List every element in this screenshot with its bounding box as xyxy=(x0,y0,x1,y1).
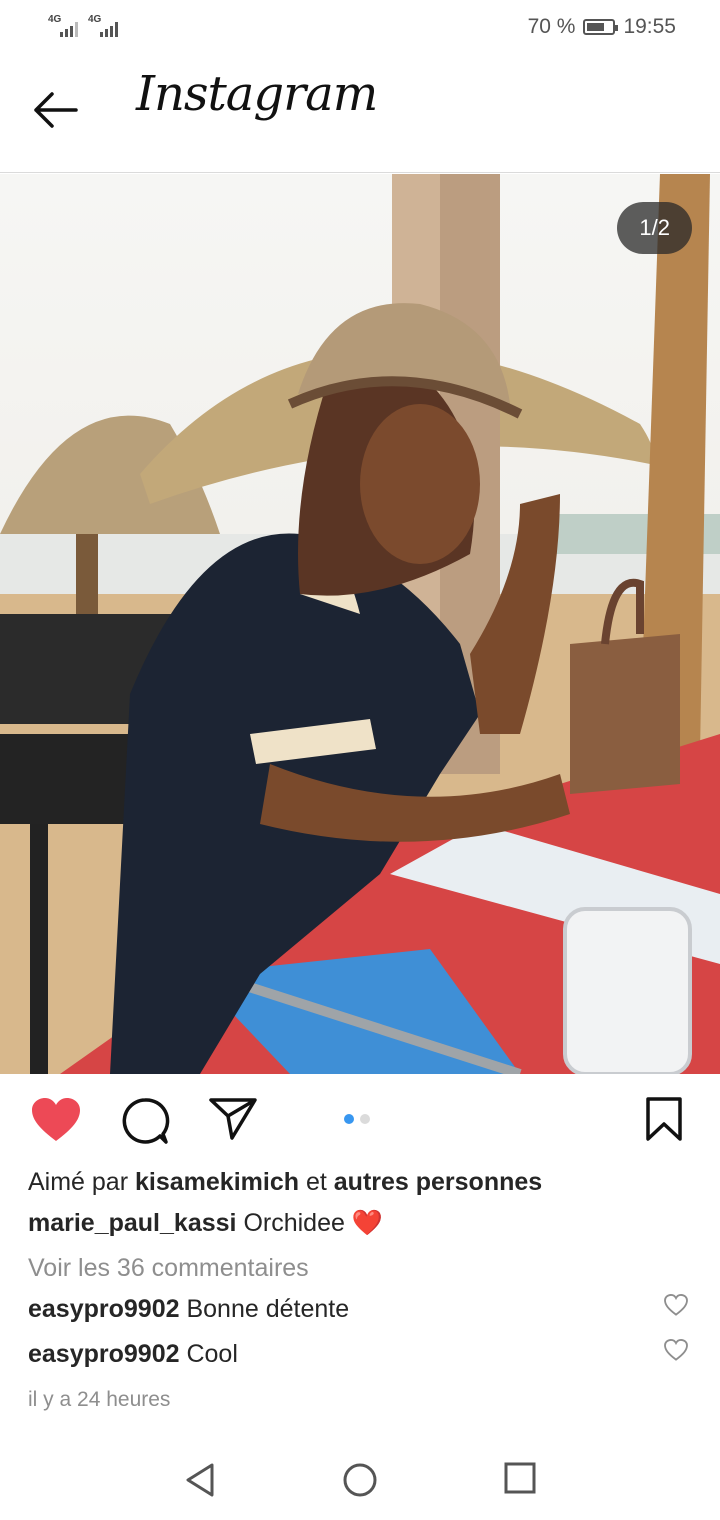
likes-others-link[interactable]: autres personnes xyxy=(334,1168,542,1196)
battery-icon xyxy=(583,19,619,35)
likes-connector: et xyxy=(305,1168,327,1196)
carousel-indicator xyxy=(344,1114,370,1124)
likes-prefix: Aimé par xyxy=(28,1168,129,1196)
post-photo[interactable]: 1/2 xyxy=(0,174,720,1074)
caption-emoji: ❤️ xyxy=(351,1209,383,1237)
caption: marie_paul_kassi Orchidee ❤️ xyxy=(28,1209,383,1238)
comment-username[interactable]: easypro9902 xyxy=(28,1340,180,1368)
status-bar: 4G 4G 70 % 19:55 xyxy=(0,0,720,56)
app-header: Instagram xyxy=(0,56,720,173)
arrow-left-icon[interactable] xyxy=(30,90,80,130)
send-icon[interactable] xyxy=(208,1096,258,1147)
circle-home-icon[interactable] xyxy=(342,1462,378,1503)
post-timestamp: il y a 24 heures xyxy=(28,1388,171,1411)
comment-username[interactable]: easypro9902 xyxy=(28,1295,180,1323)
heart-icon[interactable] xyxy=(30,1096,82,1149)
battery-percent: 70 % xyxy=(527,15,576,38)
photo-illustration xyxy=(0,174,720,1074)
liker-username[interactable]: kisamekimich xyxy=(135,1168,299,1196)
comment-row: easypro9902 Bonne détente xyxy=(28,1295,349,1324)
likes-line: Aimé par kisamekimich et autres personne… xyxy=(28,1168,542,1197)
instagram-logo: Instagram xyxy=(136,66,378,122)
carousel-dot-active xyxy=(344,1114,354,1124)
clock: 19:55 xyxy=(623,15,676,38)
comment-like-heart-icon[interactable] xyxy=(664,1293,688,1321)
comment-like-heart-icon[interactable] xyxy=(664,1338,688,1366)
comment-icon[interactable] xyxy=(120,1096,170,1151)
author-username[interactable]: marie_paul_kassi xyxy=(28,1209,236,1237)
photo-counter-badge: 1/2 xyxy=(617,202,692,254)
view-comments-link[interactable]: Voir les 36 commentaires xyxy=(28,1254,309,1283)
caption-text: Orchidee xyxy=(243,1209,345,1237)
carousel-dot xyxy=(360,1114,370,1124)
bookmark-icon[interactable] xyxy=(644,1096,684,1147)
comment-text: Cool xyxy=(186,1340,238,1368)
status-right: 70 % 19:55 xyxy=(528,15,676,39)
triangle-back-icon[interactable] xyxy=(184,1462,216,1503)
post-actions xyxy=(0,1074,720,1164)
square-recents-icon[interactable] xyxy=(504,1462,536,1499)
comment-row: easypro9902 Cool xyxy=(28,1340,238,1369)
system-navigation-bar xyxy=(0,1440,720,1520)
comment-text: Bonne détente xyxy=(186,1295,350,1323)
